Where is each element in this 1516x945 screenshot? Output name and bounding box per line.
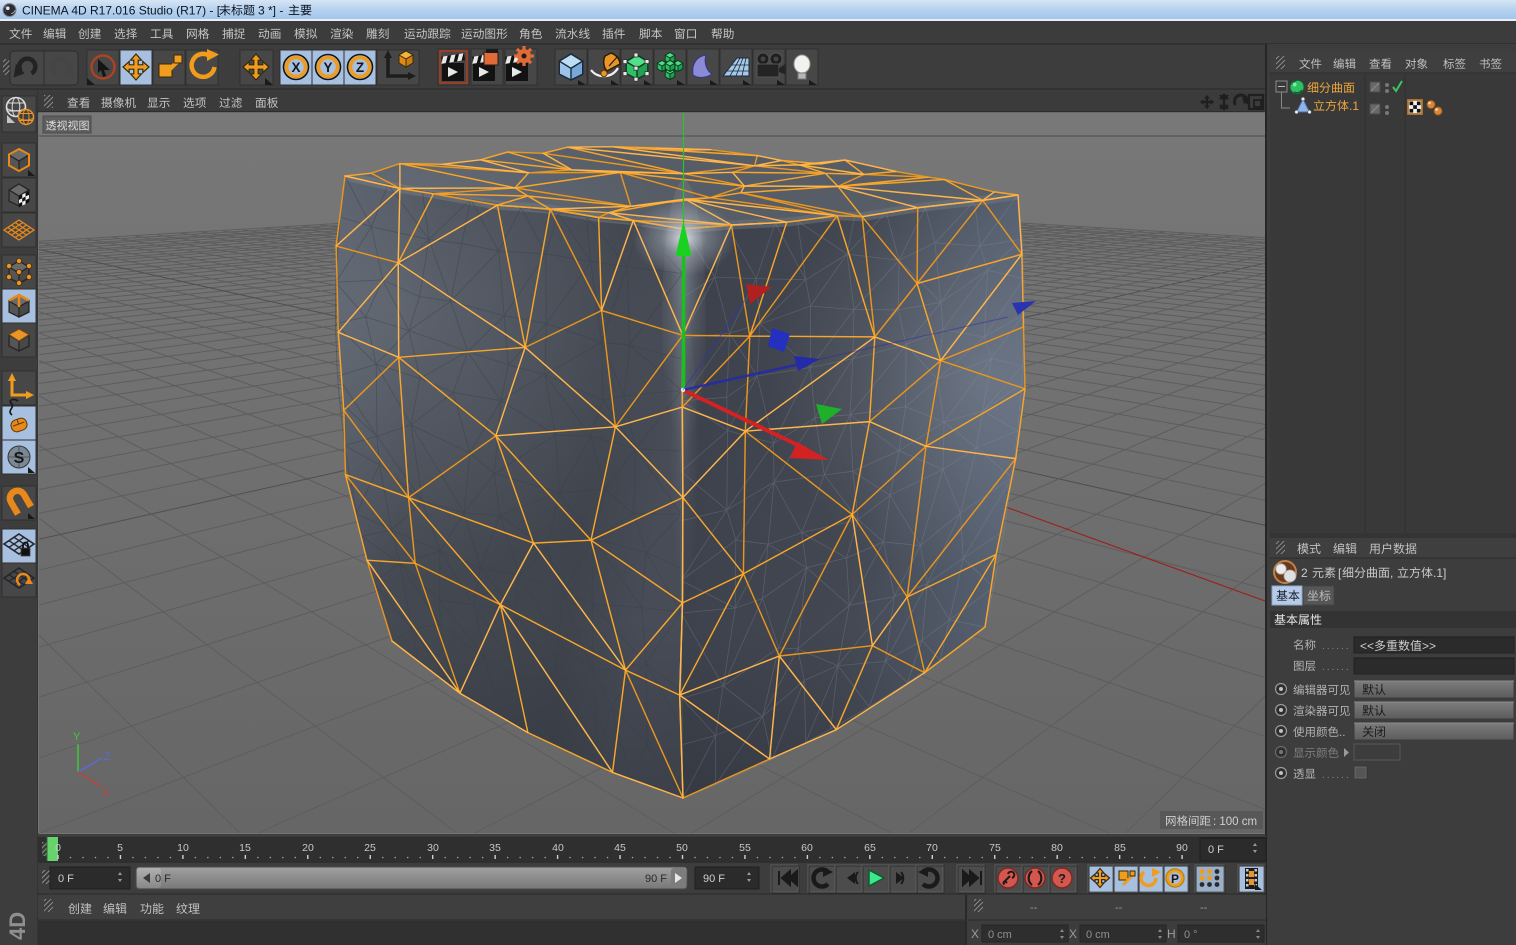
svg-text:55: 55 xyxy=(739,842,751,854)
svg-text:50: 50 xyxy=(676,842,688,854)
svg-text:10: 10 xyxy=(177,842,189,854)
svg-text:......: ...... xyxy=(1322,662,1351,673)
svg-text:,: , xyxy=(1390,566,1393,580)
svg-text:X: X xyxy=(1069,927,1077,941)
svg-text:60: 60 xyxy=(801,842,813,854)
svg-text:......: ...... xyxy=(1322,770,1351,781)
svg-text:......: ...... xyxy=(1322,641,1351,652)
svg-text:3 *] -: 3 *] - xyxy=(258,4,283,18)
svg-text:.1: .1 xyxy=(1349,99,1359,113)
svg-text:70: 70 xyxy=(926,842,938,854)
svg-text:2: 2 xyxy=(1301,566,1308,580)
svg-text:40: 40 xyxy=(552,842,564,854)
svg-text:: 100 cm: : 100 cm xyxy=(1213,816,1257,828)
svg-text:?: ? xyxy=(1058,871,1066,886)
svg-text:30: 30 xyxy=(427,842,439,854)
svg-text:0 F: 0 F xyxy=(1208,844,1224,856)
svg-text:Y: Y xyxy=(323,60,332,75)
svg-text:0: 0 xyxy=(55,842,61,854)
svg-text:25: 25 xyxy=(364,842,376,854)
svg-text:90 F: 90 F xyxy=(645,873,667,885)
svg-text:--: -- xyxy=(1200,902,1208,914)
svg-text:--: -- xyxy=(1030,902,1038,914)
svg-text:4D: 4D xyxy=(5,912,30,940)
svg-text:Y: Y xyxy=(73,731,81,743)
svg-text:0 °: 0 ° xyxy=(1184,929,1198,941)
svg-text:X: X xyxy=(102,787,110,799)
svg-text:20: 20 xyxy=(302,842,314,854)
svg-text:H: H xyxy=(1167,927,1176,941)
svg-text:90: 90 xyxy=(1176,842,1188,854)
svg-text:15: 15 xyxy=(239,842,251,854)
svg-text:P: P xyxy=(1171,872,1179,886)
svg-text:80: 80 xyxy=(1051,842,1063,854)
svg-text:0 cm: 0 cm xyxy=(1086,929,1110,941)
svg-text:85: 85 xyxy=(1114,842,1126,854)
svg-text:5: 5 xyxy=(117,842,123,854)
svg-text:Z: Z xyxy=(104,751,111,763)
svg-text:<<: << xyxy=(1360,639,1374,653)
svg-text:90 F: 90 F xyxy=(703,873,725,885)
svg-text:75: 75 xyxy=(989,842,1001,854)
svg-text:S: S xyxy=(14,450,25,467)
svg-text:35: 35 xyxy=(489,842,501,854)
svg-text:.1]: .1] xyxy=(1433,566,1446,580)
svg-text:--: -- xyxy=(1115,902,1123,914)
svg-text:45: 45 xyxy=(614,842,626,854)
svg-text:65: 65 xyxy=(864,842,876,854)
svg-text:X: X xyxy=(971,927,979,941)
svg-text:0 cm: 0 cm xyxy=(988,929,1012,941)
svg-text:>>: >> xyxy=(1422,639,1436,653)
svg-text:0 F: 0 F xyxy=(58,873,74,885)
svg-text:..: .. xyxy=(1339,727,1345,739)
svg-text:0 F: 0 F xyxy=(155,873,171,885)
svg-text:Z: Z xyxy=(356,60,364,75)
svg-text:CINEMA 4D R17.016 Studio (R17): CINEMA 4D R17.016 Studio (R17) - [ xyxy=(22,4,221,18)
svg-text:X: X xyxy=(291,60,300,75)
